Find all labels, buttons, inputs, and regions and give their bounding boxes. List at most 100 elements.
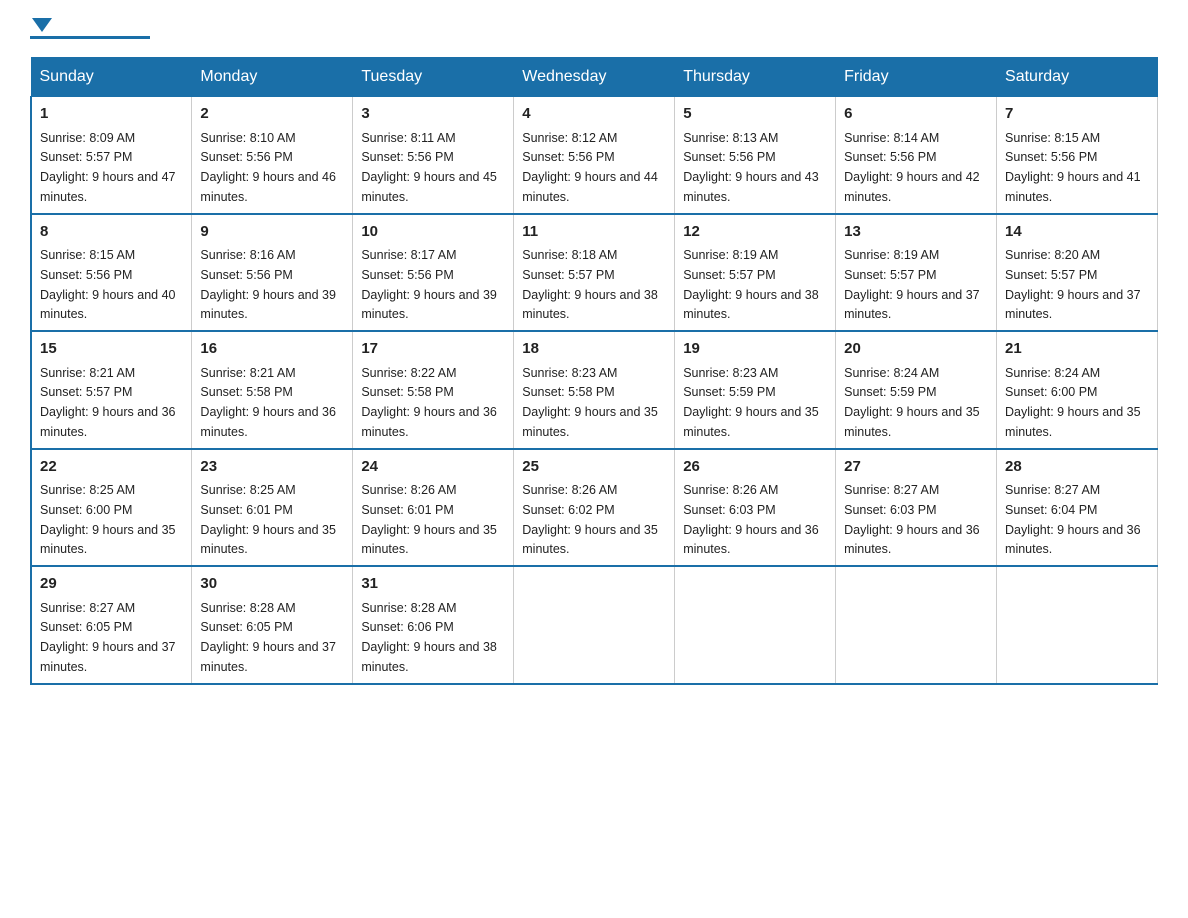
- sunset-info: Sunset: 5:57 PM: [683, 268, 775, 282]
- sunset-info: Sunset: 5:56 PM: [200, 150, 292, 164]
- day-number: 10: [361, 221, 505, 244]
- calendar-cell: 11 Sunrise: 8:18 AM Sunset: 5:57 PM Dayl…: [514, 214, 675, 332]
- sunrise-info: Sunrise: 8:24 AM: [1005, 366, 1100, 380]
- day-number: 2: [200, 103, 344, 126]
- calendar-cell: 27 Sunrise: 8:27 AM Sunset: 6:03 PM Dayl…: [836, 449, 997, 567]
- weekday-header-monday: Monday: [192, 58, 353, 97]
- sunrise-info: Sunrise: 8:11 AM: [361, 131, 455, 145]
- sunset-info: Sunset: 5:56 PM: [1005, 150, 1097, 164]
- sunrise-info: Sunrise: 8:12 AM: [522, 131, 617, 145]
- daylight-info: Daylight: 9 hours and 37 minutes.: [200, 640, 336, 674]
- day-number: 3: [361, 103, 505, 126]
- calendar-cell: 20 Sunrise: 8:24 AM Sunset: 5:59 PM Dayl…: [836, 331, 997, 449]
- sunrise-info: Sunrise: 8:25 AM: [200, 483, 295, 497]
- calendar-cell: 28 Sunrise: 8:27 AM Sunset: 6:04 PM Dayl…: [997, 449, 1158, 567]
- calendar-cell: 17 Sunrise: 8:22 AM Sunset: 5:58 PM Dayl…: [353, 331, 514, 449]
- sunset-info: Sunset: 6:03 PM: [844, 503, 936, 517]
- daylight-info: Daylight: 9 hours and 35 minutes.: [40, 523, 176, 557]
- calendar-cell: 16 Sunrise: 8:21 AM Sunset: 5:58 PM Dayl…: [192, 331, 353, 449]
- daylight-info: Daylight: 9 hours and 38 minutes.: [683, 288, 819, 322]
- sunrise-info: Sunrise: 8:23 AM: [522, 366, 617, 380]
- day-number: 8: [40, 221, 183, 244]
- daylight-info: Daylight: 9 hours and 36 minutes.: [361, 405, 497, 439]
- calendar-cell: 22 Sunrise: 8:25 AM Sunset: 6:00 PM Dayl…: [31, 449, 192, 567]
- day-number: 31: [361, 573, 505, 596]
- daylight-info: Daylight: 9 hours and 35 minutes.: [200, 523, 336, 557]
- sunset-info: Sunset: 5:58 PM: [522, 385, 614, 399]
- weekday-header-row: SundayMondayTuesdayWednesdayThursdayFrid…: [31, 58, 1158, 97]
- sunrise-info: Sunrise: 8:21 AM: [40, 366, 135, 380]
- sunset-info: Sunset: 6:05 PM: [200, 620, 292, 634]
- calendar-cell: 7 Sunrise: 8:15 AM Sunset: 5:56 PM Dayli…: [997, 97, 1158, 214]
- daylight-info: Daylight: 9 hours and 37 minutes.: [1005, 288, 1141, 322]
- day-number: 13: [844, 221, 988, 244]
- sunset-info: Sunset: 6:01 PM: [361, 503, 453, 517]
- sunset-info: Sunset: 5:58 PM: [361, 385, 453, 399]
- daylight-info: Daylight: 9 hours and 35 minutes.: [1005, 405, 1141, 439]
- daylight-info: Daylight: 9 hours and 36 minutes.: [844, 523, 980, 557]
- calendar-cell: 8 Sunrise: 8:15 AM Sunset: 5:56 PM Dayli…: [31, 214, 192, 332]
- sunrise-info: Sunrise: 8:15 AM: [1005, 131, 1100, 145]
- day-number: 1: [40, 103, 183, 126]
- daylight-info: Daylight: 9 hours and 35 minutes.: [522, 405, 658, 439]
- calendar-cell: 15 Sunrise: 8:21 AM Sunset: 5:57 PM Dayl…: [31, 331, 192, 449]
- day-number: 21: [1005, 338, 1149, 361]
- calendar-cell: [675, 566, 836, 684]
- sunrise-info: Sunrise: 8:10 AM: [200, 131, 295, 145]
- calendar-cell: 29 Sunrise: 8:27 AM Sunset: 6:05 PM Dayl…: [31, 566, 192, 684]
- daylight-info: Daylight: 9 hours and 37 minutes.: [40, 640, 176, 674]
- calendar-cell: 18 Sunrise: 8:23 AM Sunset: 5:58 PM Dayl…: [514, 331, 675, 449]
- sunrise-info: Sunrise: 8:27 AM: [844, 483, 939, 497]
- daylight-info: Daylight: 9 hours and 35 minutes.: [844, 405, 980, 439]
- sunset-info: Sunset: 6:01 PM: [200, 503, 292, 517]
- day-number: 25: [522, 456, 666, 479]
- sunset-info: Sunset: 5:56 PM: [844, 150, 936, 164]
- sunset-info: Sunset: 6:00 PM: [40, 503, 132, 517]
- calendar-week-row: 22 Sunrise: 8:25 AM Sunset: 6:00 PM Dayl…: [31, 449, 1158, 567]
- sunrise-info: Sunrise: 8:19 AM: [683, 248, 778, 262]
- calendar-cell: 10 Sunrise: 8:17 AM Sunset: 5:56 PM Dayl…: [353, 214, 514, 332]
- day-number: 19: [683, 338, 827, 361]
- sunrise-info: Sunrise: 8:19 AM: [844, 248, 939, 262]
- calendar-week-row: 15 Sunrise: 8:21 AM Sunset: 5:57 PM Dayl…: [31, 331, 1158, 449]
- sunset-info: Sunset: 5:56 PM: [361, 268, 453, 282]
- sunset-info: Sunset: 6:06 PM: [361, 620, 453, 634]
- sunrise-info: Sunrise: 8:26 AM: [683, 483, 778, 497]
- sunset-info: Sunset: 5:57 PM: [40, 385, 132, 399]
- sunrise-info: Sunrise: 8:26 AM: [522, 483, 617, 497]
- day-number: 20: [844, 338, 988, 361]
- daylight-info: Daylight: 9 hours and 39 minutes.: [361, 288, 497, 322]
- daylight-info: Daylight: 9 hours and 36 minutes.: [40, 405, 176, 439]
- sunset-info: Sunset: 5:56 PM: [683, 150, 775, 164]
- calendar-cell: [514, 566, 675, 684]
- day-number: 15: [40, 338, 183, 361]
- sunrise-info: Sunrise: 8:13 AM: [683, 131, 778, 145]
- day-number: 18: [522, 338, 666, 361]
- sunset-info: Sunset: 5:56 PM: [361, 150, 453, 164]
- sunrise-info: Sunrise: 8:25 AM: [40, 483, 135, 497]
- calendar-header: SundayMondayTuesdayWednesdayThursdayFrid…: [31, 58, 1158, 97]
- calendar-cell: 9 Sunrise: 8:16 AM Sunset: 5:56 PM Dayli…: [192, 214, 353, 332]
- sunset-info: Sunset: 5:56 PM: [200, 268, 292, 282]
- calendar-cell: 14 Sunrise: 8:20 AM Sunset: 5:57 PM Dayl…: [997, 214, 1158, 332]
- sunset-info: Sunset: 6:00 PM: [1005, 385, 1097, 399]
- calendar-cell: 3 Sunrise: 8:11 AM Sunset: 5:56 PM Dayli…: [353, 97, 514, 214]
- weekday-header-thursday: Thursday: [675, 58, 836, 97]
- sunset-info: Sunset: 5:56 PM: [522, 150, 614, 164]
- sunrise-info: Sunrise: 8:09 AM: [40, 131, 135, 145]
- day-number: 17: [361, 338, 505, 361]
- daylight-info: Daylight: 9 hours and 36 minutes.: [1005, 523, 1141, 557]
- day-number: 12: [683, 221, 827, 244]
- daylight-info: Daylight: 9 hours and 35 minutes.: [361, 523, 497, 557]
- sunset-info: Sunset: 6:04 PM: [1005, 503, 1097, 517]
- sunset-info: Sunset: 6:05 PM: [40, 620, 132, 634]
- daylight-info: Daylight: 9 hours and 35 minutes.: [522, 523, 658, 557]
- day-number: 6: [844, 103, 988, 126]
- daylight-info: Daylight: 9 hours and 44 minutes.: [522, 170, 658, 204]
- day-number: 5: [683, 103, 827, 126]
- sunrise-info: Sunrise: 8:27 AM: [1005, 483, 1100, 497]
- logo-triangle-icon: [32, 18, 52, 32]
- day-number: 16: [200, 338, 344, 361]
- calendar-cell: 24 Sunrise: 8:26 AM Sunset: 6:01 PM Dayl…: [353, 449, 514, 567]
- calendar-cell: [997, 566, 1158, 684]
